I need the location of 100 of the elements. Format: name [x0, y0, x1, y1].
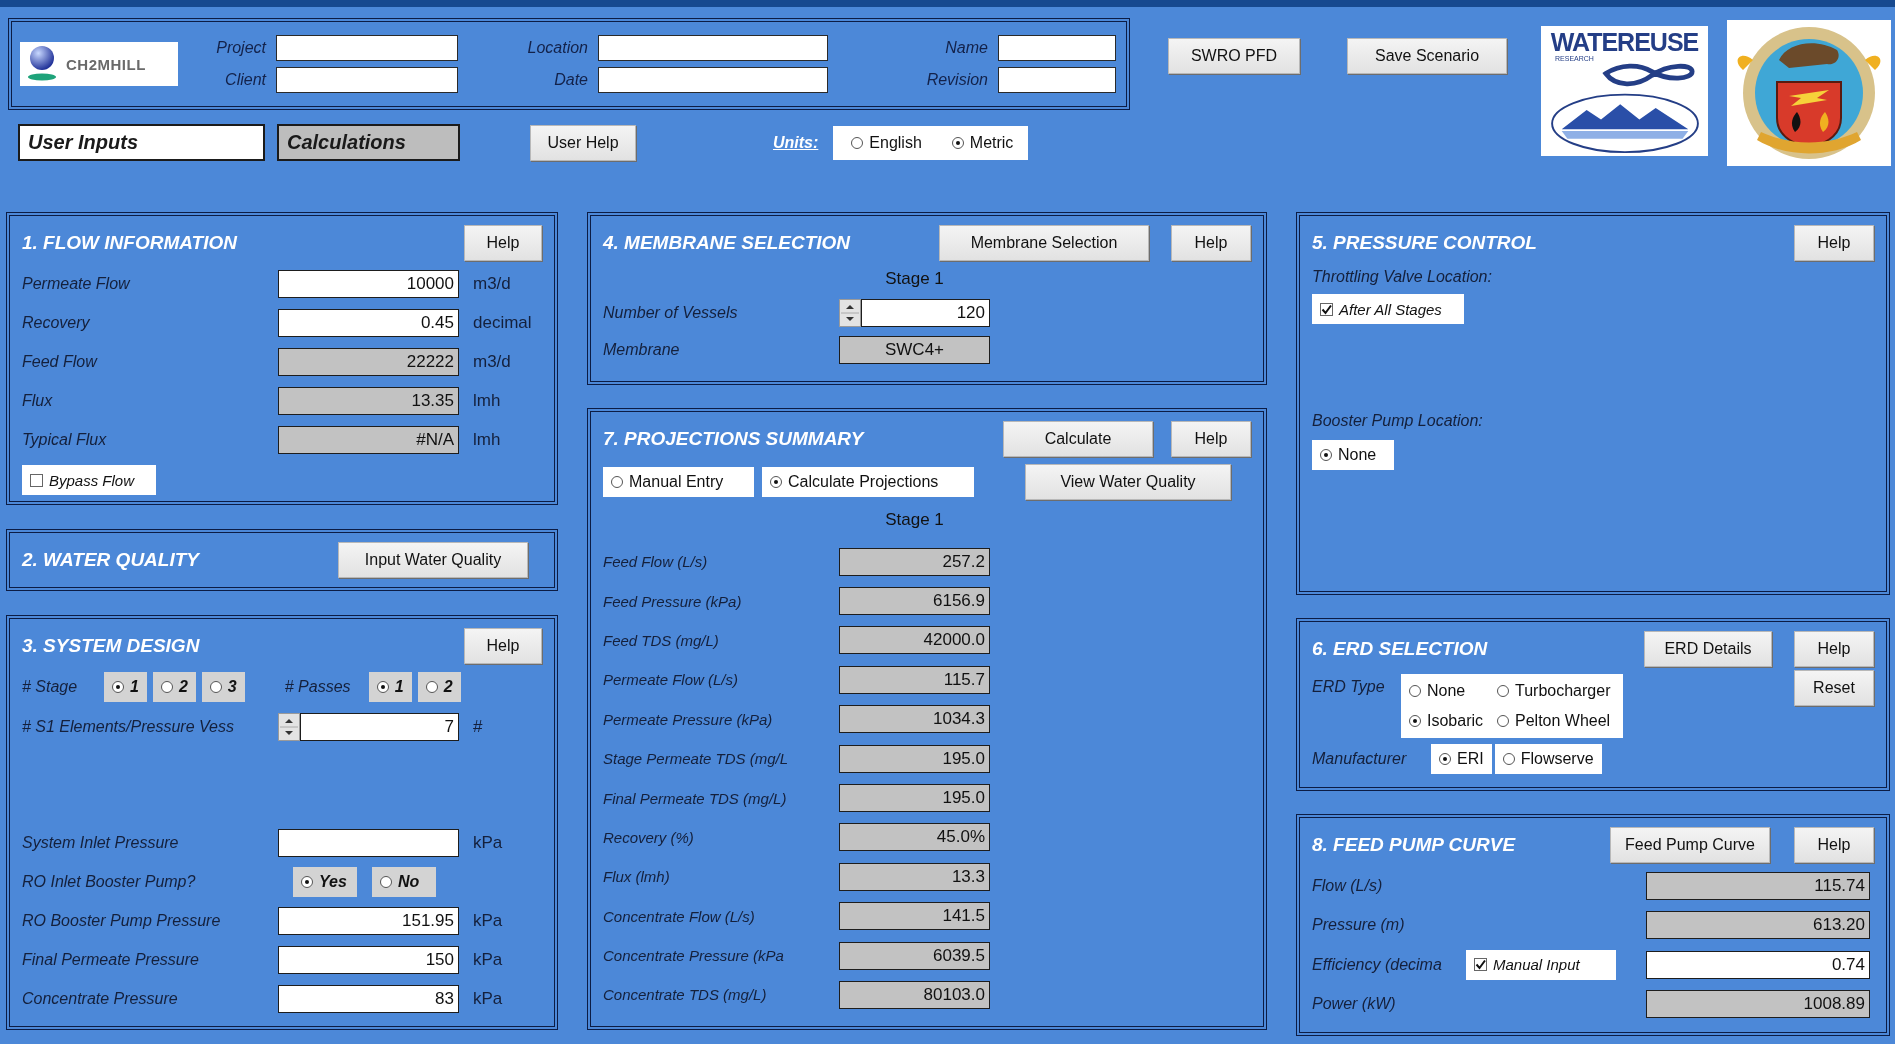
field-label: Feed Pressure (kPa)	[603, 592, 743, 610]
input-field[interactable]: 0.74	[1646, 950, 1870, 979]
field-label: Recovery (%)	[603, 828, 695, 846]
field-label: Throttling Valve Location:	[1312, 268, 1493, 286]
field-label: Feed TDS (mg/L)	[603, 631, 720, 649]
output-field: 13.35	[278, 386, 459, 415]
input-field[interactable]: 150	[278, 945, 459, 974]
section-title: 3. SYSTEM DESIGN	[22, 635, 201, 657]
field-label: ERD Type	[1312, 677, 1386, 696]
field-label: Flow (L/s)	[1312, 876, 1384, 895]
units-label: Units:	[773, 133, 819, 152]
unit-label: lmh	[472, 429, 502, 450]
field-label: Concentrate Pressure (kPa	[603, 947, 785, 965]
field-label: Feed Flow	[22, 352, 99, 371]
unit-label: #	[472, 716, 484, 737]
panel-button[interactable]: Help	[1171, 225, 1251, 261]
unit-label: lmh	[472, 390, 502, 411]
input-field[interactable]: 151.95	[278, 906, 459, 935]
output-field: 6156.9	[839, 587, 990, 616]
output-field: SWC4+	[839, 336, 990, 364]
spinner-control[interactable]	[278, 712, 300, 741]
panel-button[interactable]: Input Water Quality	[338, 542, 528, 578]
panel-button[interactable]: Calculate	[1003, 421, 1153, 457]
field-label: Location	[526, 39, 588, 57]
field-label: Permeate Flow (L/s)	[603, 671, 740, 689]
panel-button[interactable]: Help	[1794, 631, 1874, 667]
field-label: # Passes	[284, 678, 352, 696]
radio-option[interactable]: 1	[368, 672, 412, 702]
panel-button[interactable]: Save Scenario	[1347, 38, 1507, 74]
radio-option[interactable]: ERI	[1431, 744, 1492, 774]
radio-option[interactable]: 2	[152, 672, 196, 702]
field-label: Concentrate TDS (mg/L)	[603, 986, 768, 1004]
panel-button[interactable]: Help	[464, 628, 542, 664]
input-field[interactable]: 7	[300, 712, 459, 741]
sheet-tab[interactable]: User Inputs	[18, 124, 265, 161]
input-field[interactable]: 10000	[278, 269, 459, 298]
input-field[interactable]: 120	[861, 299, 990, 327]
field-label: System Inlet Pressure	[22, 833, 180, 852]
radio-option[interactable]: None	[1312, 440, 1394, 470]
radio-option[interactable]: 2	[417, 672, 461, 702]
output-field: 80103.0	[839, 981, 990, 1009]
field-label: Final Permeate TDS (mg/L)	[603, 789, 788, 807]
view-water-quality-button[interactable]: View Water Quality	[1025, 464, 1231, 500]
panel-button[interactable]: Feed Pump Curve	[1610, 827, 1770, 863]
panel-button[interactable]: Help	[1794, 225, 1874, 261]
field-label: Flux	[22, 391, 54, 410]
field-label: Permeate Flow	[22, 274, 132, 293]
section-title: 6. ERD SELECTION	[1312, 638, 1489, 660]
field-label: Feed Flow (L/s)	[603, 553, 709, 571]
field-label: Manufacturer	[1312, 750, 1408, 768]
field-label: Recovery	[22, 313, 91, 332]
input-field[interactable]	[276, 67, 458, 93]
output-field: 42000.0	[839, 626, 990, 655]
field-label: Flux (lmh)	[603, 868, 671, 886]
radio-option[interactable]: Flowserve	[1494, 744, 1602, 774]
sheet-tab[interactable]: Calculations	[277, 124, 460, 161]
input-field[interactable]	[276, 35, 458, 61]
section-title: 8. FEED PUMP CURVE	[1312, 834, 1517, 856]
radio-option[interactable]: 1	[104, 672, 147, 702]
output-field: #N/A	[278, 425, 459, 454]
panel-button[interactable]: Help	[464, 225, 542, 261]
output-field: 195.0	[839, 744, 990, 773]
input-field[interactable]: 83	[278, 984, 459, 1013]
panel-button[interactable]: ERD Details	[1644, 631, 1772, 667]
panel-button[interactable]: Help	[1794, 827, 1874, 863]
help-button[interactable]: User Help	[530, 124, 636, 161]
output-field: 22222	[278, 347, 459, 376]
radio-option[interactable]: Manual Entry	[603, 467, 754, 497]
input-field[interactable]	[598, 67, 828, 93]
input-field[interactable]	[998, 35, 1116, 61]
field-label: Date	[553, 71, 588, 89]
radio-option[interactable]: Yes	[293, 866, 357, 897]
radio-option[interactable]: Calculate Projections	[762, 467, 974, 497]
output-field: 195.0	[839, 784, 990, 813]
field-label: # S1 Elements/Pressure Vess	[22, 717, 235, 736]
output-field: 1008.89	[1646, 990, 1870, 1019]
spinner-control[interactable]	[839, 299, 861, 327]
output-field: 257.2	[839, 547, 990, 576]
panel-button[interactable]: Membrane Selection	[939, 225, 1149, 261]
panel-button[interactable]: SWRO PFD	[1168, 38, 1300, 74]
radio-option[interactable]: 3	[201, 672, 245, 702]
unit-label: m3/d	[472, 351, 512, 372]
field-label: Concentrate Pressure	[22, 989, 179, 1008]
field-label: Efficiency (decima	[1312, 955, 1443, 974]
checkbox-option[interactable]: Manual Input	[1466, 949, 1616, 980]
output-field: 115.7	[839, 665, 990, 694]
reset-button[interactable]: Reset	[1794, 670, 1874, 706]
checkbox-option[interactable]: Bypass Flow	[22, 465, 156, 495]
unit-label: m3/d	[472, 273, 512, 294]
radio-option[interactable]: No	[372, 866, 436, 897]
globe-logo-icon	[26, 45, 58, 83]
panel-button[interactable]: Help	[1171, 421, 1251, 457]
input-field[interactable]	[278, 828, 459, 857]
section-title: 1. FLOW INFORMATION	[22, 232, 239, 254]
input-field[interactable]	[998, 67, 1116, 93]
stage-heading: Stage 1	[884, 510, 945, 530]
checkbox-option[interactable]: After All Stages	[1312, 294, 1464, 324]
input-field[interactable]: 0.45	[278, 308, 459, 337]
output-field: 13.3	[839, 862, 990, 891]
input-field[interactable]	[598, 35, 828, 61]
